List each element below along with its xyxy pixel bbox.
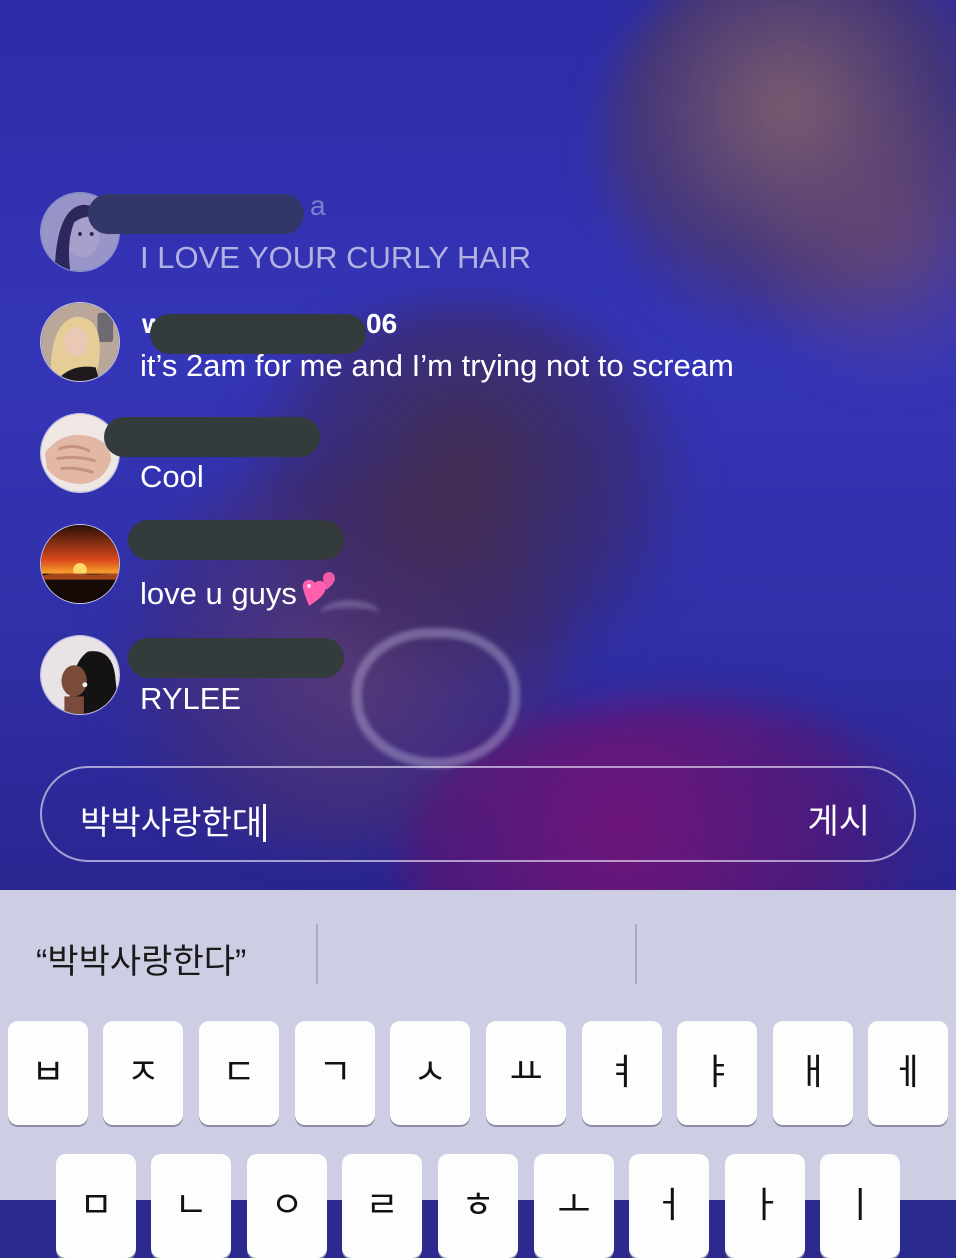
redacted-username	[128, 638, 344, 678]
commenter-avatar[interactable]	[40, 635, 120, 715]
redacted-username	[128, 520, 344, 560]
two-hearts-icon	[299, 570, 339, 616]
suggestion-divider	[316, 924, 318, 984]
predictive-bar: “박박사랑한다”	[0, 890, 956, 1020]
comment-item: Cool	[40, 413, 940, 495]
key[interactable]: ㅛ	[486, 1021, 566, 1125]
comment-text: RYLEE	[140, 681, 242, 716]
commenter-avatar[interactable]	[40, 524, 120, 604]
key[interactable]: ㅗ	[534, 1154, 614, 1258]
key[interactable]: ㄷ	[199, 1021, 279, 1125]
comment-text: it’s 2am for me and I’m trying not to sc…	[140, 348, 734, 383]
redacted-username	[88, 194, 304, 234]
avatar-photo-icon	[41, 303, 119, 381]
text-cursor	[263, 804, 267, 842]
username-fragment: 06	[366, 308, 398, 339]
comment-text: I LOVE YOUR CURLY HAIR	[140, 240, 532, 275]
key[interactable]: ㅣ	[820, 1154, 900, 1258]
comment-input-value: 박박사랑한대	[80, 804, 263, 841]
comment-text: love u guys	[140, 570, 339, 616]
key[interactable]: ㄱ	[295, 1021, 375, 1125]
comment-text: Cool	[140, 459, 204, 494]
comment-text-content: love u guys	[140, 576, 297, 611]
post-button[interactable]: 게시	[807, 794, 870, 843]
comment-item: love u guys	[40, 520, 940, 611]
key[interactable]: ㅏ	[725, 1154, 805, 1258]
key[interactable]: ㅂ	[8, 1021, 88, 1125]
key[interactable]: ㄹ	[342, 1154, 422, 1258]
comment-input[interactable]: 박박사랑한대 게시	[40, 766, 916, 862]
comment-item: w 06 it’s 2am for me and I’m trying not …	[40, 302, 940, 384]
suggestion-divider	[635, 924, 637, 984]
key[interactable]: ㅎ	[438, 1154, 518, 1258]
key[interactable]: ㅁ	[56, 1154, 136, 1258]
avatar-photo-icon	[41, 636, 119, 714]
comment-item: a I LOVE YOUR CURLY HAIR	[40, 190, 940, 275]
key[interactable]: ㅑ	[677, 1021, 757, 1125]
comment-input-field[interactable]: 박박사랑한대	[80, 796, 267, 844]
avatar-photo-icon	[41, 525, 119, 603]
key[interactable]: ㅅ	[390, 1021, 470, 1125]
key[interactable]: ㅔ	[868, 1021, 948, 1125]
key[interactable]: ㅐ	[773, 1021, 853, 1125]
key[interactable]: ㅇ	[247, 1154, 327, 1258]
commenter-avatar[interactable]	[40, 302, 120, 382]
key[interactable]: ㅕ	[582, 1021, 662, 1125]
korean-keyboard: “박박사랑한다” ㅂ ㅈ ㄷ ㄱ ㅅ ㅛ ㅕ ㅑ ㅐ ㅔ ㅁ ㄴ ㅇ ㄹ ㅎ ㅗ…	[0, 890, 956, 1258]
suggestion-item[interactable]: “박박사랑한다”	[36, 934, 246, 983]
key[interactable]: ㄴ	[151, 1154, 231, 1258]
key[interactable]: ㅈ	[103, 1021, 183, 1125]
comment-item: RYLEE	[40, 635, 940, 717]
redacted-username	[104, 417, 320, 457]
key[interactable]: ㅓ	[629, 1154, 709, 1258]
username-fragment: a	[310, 190, 326, 221]
